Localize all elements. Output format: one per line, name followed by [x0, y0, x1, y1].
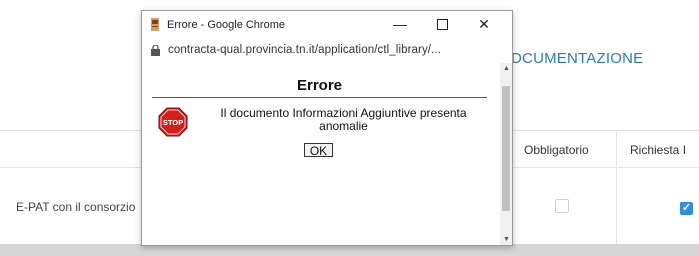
- dialog-title: Errore: [296, 77, 343, 94]
- table-row-text: E-PAT con il consorzio: [16, 200, 136, 214]
- error-message: Il documento Informazioni Aggiuntive pre…: [196, 107, 491, 133]
- maximize-button[interactable]: [428, 14, 456, 34]
- vertical-scrollbar[interactable]: ▲ ▼: [500, 63, 512, 245]
- column-header-obbligatorio: Obbligatorio: [524, 143, 589, 157]
- lock-icon: [151, 45, 160, 56]
- column-header-richiesta: Richiesta I: [630, 143, 687, 157]
- scroll-up-arrow-icon[interactable]: ▲: [503, 65, 510, 72]
- page-heading: DCUMENTAZIONE: [511, 50, 644, 67]
- obbligatorio-checkbox[interactable]: [555, 199, 569, 213]
- stop-icon-text: STOP: [163, 118, 183, 127]
- url-text[interactable]: contracta-qual.provincia.tn.it/applicati…: [168, 44, 441, 56]
- dialog-divider: [152, 97, 487, 98]
- ok-button[interactable]: OK: [304, 143, 333, 158]
- window-title: Errore - Google Chrome: [167, 19, 285, 31]
- stop-icon: STOP: [158, 107, 188, 137]
- scroll-down-arrow-icon[interactable]: ▼: [503, 236, 510, 243]
- scrollbar-thumb[interactable]: [502, 86, 510, 211]
- richiesta-checkbox[interactable]: ✓: [680, 202, 693, 215]
- address-bar[interactable]: contracta-qual.provincia.tn.it/applicati…: [142, 39, 512, 63]
- error-popup-window: Errore - Google Chrome — ✕ contracta-qua…: [141, 10, 513, 246]
- column-separator: [616, 130, 617, 245]
- popup-content: Errore STOP Il documento Informazioni Ag…: [142, 63, 512, 245]
- error-message-line2: anomalie: [319, 119, 368, 133]
- checkmark-icon: ✓: [681, 202, 692, 214]
- chrome-document-icon: [151, 18, 159, 31]
- maximize-icon: [436, 19, 448, 30]
- close-button[interactable]: ✕: [470, 14, 498, 34]
- minimize-button[interactable]: —: [386, 14, 414, 34]
- window-titlebar[interactable]: Errore - Google Chrome — ✕: [142, 11, 512, 39]
